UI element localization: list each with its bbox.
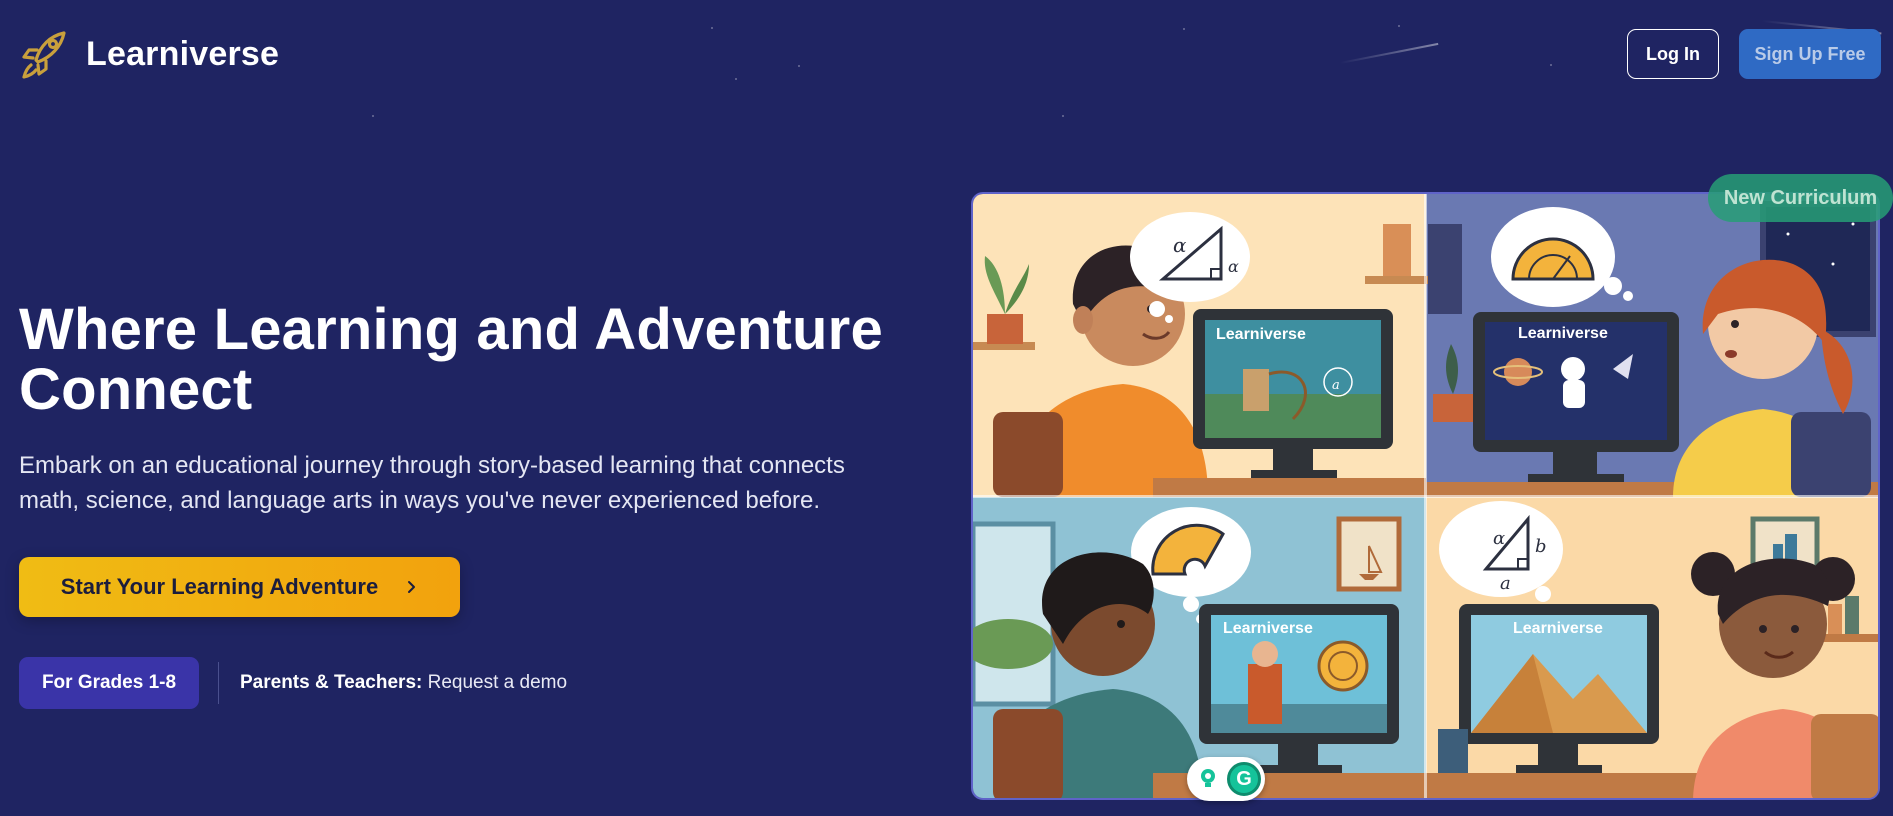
lightbulb-icon[interactable] — [1195, 766, 1221, 792]
svg-text:a: a — [1500, 573, 1511, 594]
new-curriculum-badge: New Curriculum — [1708, 174, 1893, 222]
login-button[interactable]: Log In — [1627, 29, 1719, 79]
svg-text:α: α — [1493, 528, 1505, 549]
shooting-star — [1339, 42, 1439, 64]
svg-text:Learniverse: Learniverse — [1223, 620, 1313, 637]
svg-text:b: b — [1535, 536, 1547, 557]
divider — [218, 662, 219, 704]
grades-badge: For Grades 1-8 — [19, 657, 199, 709]
demo-link-text: Request a demo — [427, 672, 568, 693]
svg-text:α: α — [1228, 257, 1239, 276]
svg-text:Learniverse: Learniverse — [1513, 620, 1603, 637]
hero-subtitle: Embark on an educational journey through… — [19, 452, 845, 514]
star — [711, 27, 713, 29]
star — [1398, 25, 1400, 27]
star — [735, 78, 737, 80]
rocket-icon — [22, 31, 66, 79]
brand-logo[interactable]: Learniverse — [20, 28, 279, 80]
brand-name: Learniverse — [86, 34, 280, 73]
grammarly-icon[interactable]: G — [1227, 762, 1261, 796]
demo-prefix: Parents & Teachers: — [240, 672, 423, 693]
star — [372, 115, 374, 117]
svg-text:α: α — [1173, 233, 1187, 257]
star — [1183, 28, 1185, 30]
request-demo-link[interactable]: Parents & Teachers: Request a demo — [240, 672, 567, 694]
signup-button[interactable]: Sign Up Free — [1739, 29, 1881, 79]
browser-extension-widget[interactable]: G — [1187, 757, 1265, 801]
svg-text:Learniverse: Learniverse — [1518, 325, 1608, 342]
chevron-right-icon — [408, 581, 416, 593]
star — [1062, 115, 1064, 117]
start-adventure-button[interactable]: Start Your Learning Adventure — [19, 557, 460, 617]
star — [798, 65, 800, 67]
hero-title: Where Learning and Adventure Connect — [19, 297, 883, 422]
cta-label: Start Your Learning Adventure — [60, 574, 379, 599]
svg-text:Learniverse: Learniverse — [1216, 326, 1306, 343]
svg-text:a: a — [1332, 378, 1340, 393]
hero-illustration: α α Learniverse a Learniverse Learnivers… — [971, 192, 1880, 800]
star — [1550, 64, 1552, 66]
